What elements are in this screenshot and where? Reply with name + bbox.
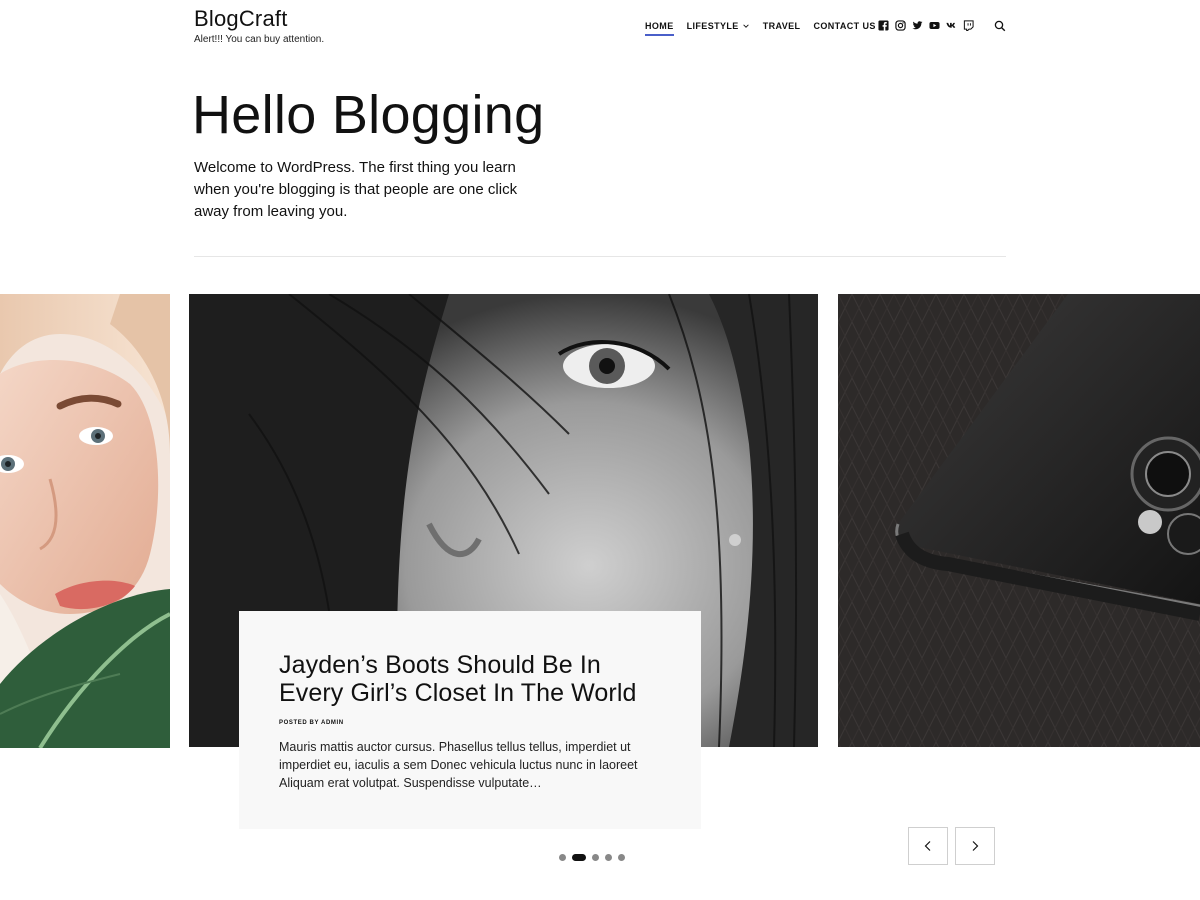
post-title[interactable]: Jayden’s Boots Should Be In Every Girl’s… [279,651,661,707]
instagram-icon[interactable] [894,19,907,32]
facebook-icon[interactable] [877,19,890,32]
chevron-left-icon [924,841,931,851]
slider-pagination [559,854,625,861]
youtube-icon[interactable] [928,19,941,32]
social-links [877,19,975,32]
slider-dot[interactable] [618,854,625,861]
post-meta-prefix: POSTED BY [279,720,319,726]
nav-item-contact-us[interactable]: CONTACT US [813,21,875,34]
featured-post-card: Jayden’s Boots Should Be In Every Girl’s… [239,611,701,829]
slider-dot[interactable] [605,854,612,861]
nav-item-label: CONTACT US [813,21,876,31]
divider [194,256,1006,257]
site-tagline: Alert!!! You can buy attention. [194,34,325,45]
nav-item-label: LIFESTYLE [686,21,739,31]
slider-dot[interactable] [592,854,599,861]
site-title[interactable]: BlogCraft [194,6,288,32]
slide-image-smartphone[interactable] [838,294,1200,747]
nav-item-label: TRAVEL [762,21,801,31]
site-header: BlogCraft Alert!!! You can buy attention… [0,0,1200,60]
chevron-down-icon [743,24,749,28]
vk-icon[interactable] [945,19,958,32]
post-excerpt: Mauris mattis auctor cursus. Phasellus t… [279,740,638,790]
nav-item-travel[interactable]: TRAVEL [763,21,801,34]
main-nav: HOME LIFESTYLE TRAVEL CONTACT US [645,21,889,36]
post-author[interactable]: ADMIN [321,720,344,726]
slider-dot[interactable] [559,854,566,861]
nav-item-home[interactable]: HOME [645,21,674,36]
slider-next-button[interactable] [955,827,995,865]
page-title: Hello Blogging [192,85,545,145]
twitch-icon[interactable] [962,19,975,32]
slider-prev-button[interactable] [908,827,948,865]
post-meta: POSTED BY ADMIN [279,720,661,726]
nav-item-lifestyle[interactable]: LIFESTYLE [687,21,750,34]
slider-dot-active[interactable] [572,854,586,861]
nav-item-label: HOME [645,21,674,31]
slide-image-woman-with-leaf[interactable] [0,294,170,748]
search-icon[interactable] [994,19,1007,32]
chevron-right-icon [972,841,979,851]
hero-intro: Welcome to WordPress. The first thing yo… [194,159,518,220]
twitter-icon[interactable] [911,19,924,32]
